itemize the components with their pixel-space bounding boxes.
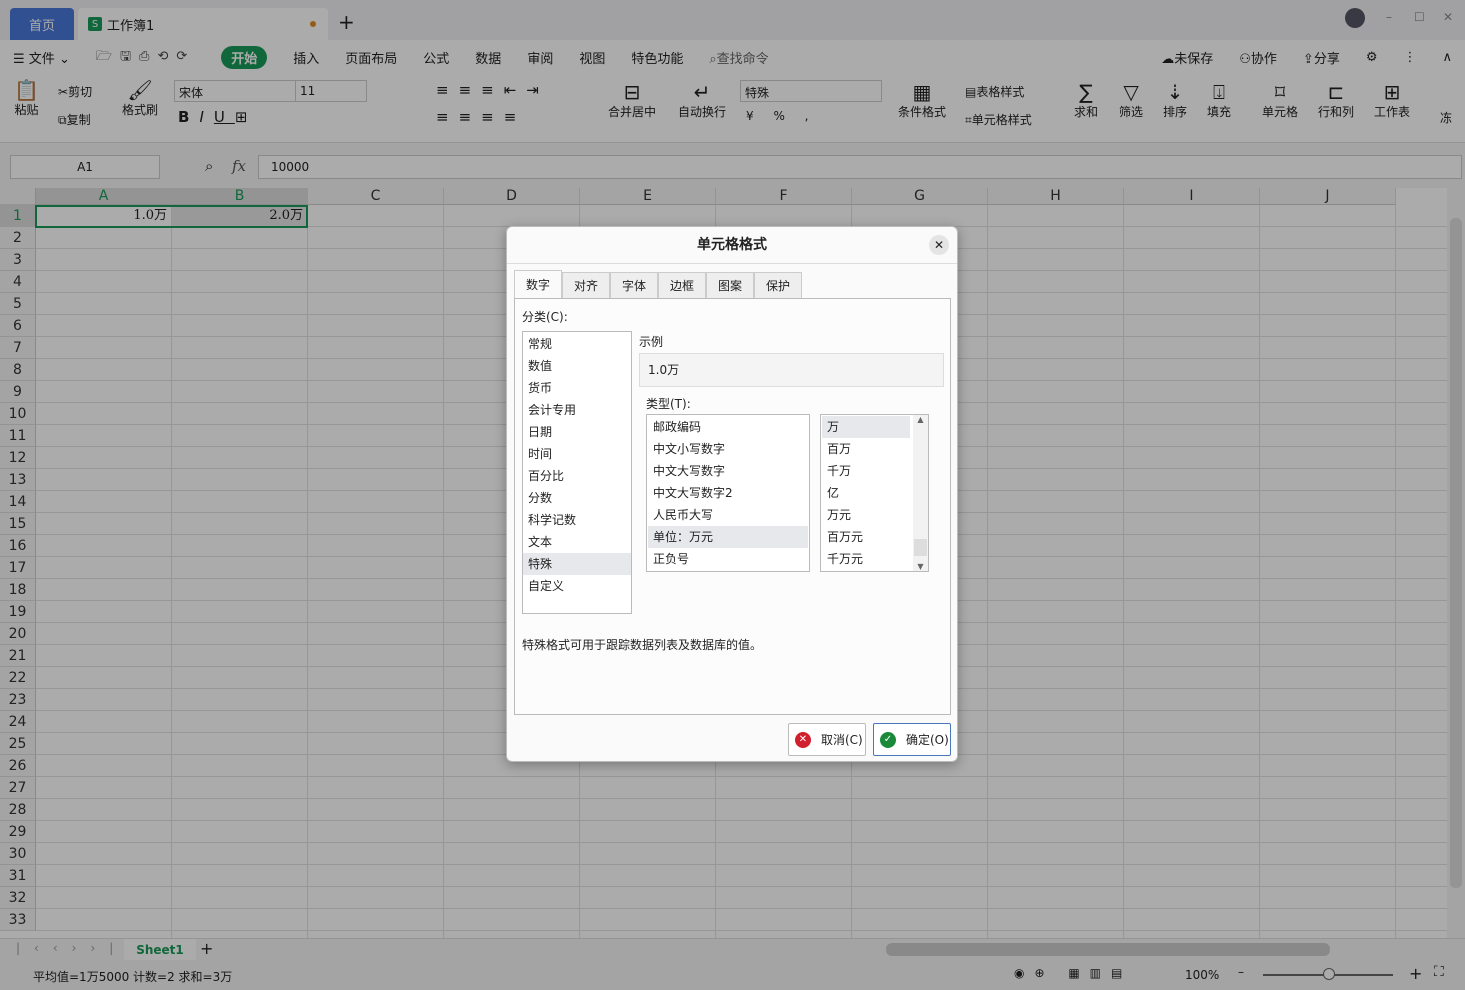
unit-item[interactable]: 千万 [822, 460, 910, 482]
category-item[interactable]: 常规 [523, 333, 631, 355]
unit-scroll-thumb[interactable] [914, 539, 927, 556]
dialog-tab-0[interactable]: 数字 [514, 270, 562, 298]
category-item[interactable]: 日期 [523, 421, 631, 443]
unit-item[interactable]: 万元 [822, 504, 910, 526]
category-description: 特殊格式可用于跟踪数据列表及数据库的值。 [522, 638, 763, 652]
type-item[interactable]: 人民币大写 [648, 504, 808, 526]
category-item[interactable]: 特殊 [523, 553, 631, 575]
type-item[interactable]: 中文小写数字 [648, 438, 808, 460]
dialog-tab-3[interactable]: 边框 [658, 272, 706, 298]
category-item[interactable]: 分数 [523, 487, 631, 509]
category-item[interactable]: 百分比 [523, 465, 631, 487]
category-item[interactable]: 时间 [523, 443, 631, 465]
format-cells-dialog: 单元格格式 ✕ 数字 对齐 字体 边框 图案 保护 分类(C): 常规 数值 货币 会计专用 日期… [506, 226, 958, 762]
dialog-tab-2[interactable]: 字体 [610, 272, 658, 298]
category-item[interactable]: 数值 [523, 355, 631, 377]
cancel-button[interactable]: ✕ 取消(C) [788, 723, 866, 756]
sample-label: 示例 [639, 335, 664, 349]
ok-button[interactable]: ✓ 确定(O) [873, 723, 951, 756]
type-item[interactable]: 中文大写数字2 [648, 482, 808, 504]
type-item[interactable]: 正负号 [648, 548, 808, 570]
unit-item[interactable]: 百万 [822, 438, 910, 460]
dialog-tab-1[interactable]: 对齐 [562, 272, 610, 298]
category-list[interactable]: 常规 数值 货币 会计专用 日期 时间 百分比 分数 科学记数 文本 特殊 自定义 [522, 331, 632, 614]
unit-item[interactable]: 千万元 [822, 548, 910, 570]
unit-item[interactable]: 亿 [822, 482, 910, 504]
cancel-label: 取消(C) [821, 733, 863, 747]
sample-value: 1.0万 [639, 353, 944, 387]
unit-item[interactable]: 万 [822, 416, 910, 438]
category-item[interactable]: 会计专用 [523, 399, 631, 421]
check-icon: ✓ [880, 731, 896, 748]
unit-list-scrollbar[interactable]: ▲ ▼ [913, 415, 928, 571]
category-item[interactable]: 文本 [523, 531, 631, 553]
cancel-icon: ✕ [795, 731, 811, 748]
type-item[interactable]: 邮政编码 [648, 416, 808, 438]
category-item[interactable]: 自定义 [523, 575, 631, 597]
dialog-title: 单元格格式 [507, 227, 957, 264]
category-item[interactable]: 科学记数 [523, 509, 631, 531]
category-label: 分类(C): [522, 310, 568, 324]
type-item[interactable]: 单位：万元 [648, 526, 808, 548]
dialog-tab-5[interactable]: 保护 [754, 272, 802, 298]
type-label: 类型(T): [646, 397, 691, 411]
category-item[interactable]: 货币 [523, 377, 631, 399]
number-tab-panel: 分类(C): 常规 数值 货币 会计专用 日期 时间 百分比 分数 科学记数 文本 特殊 自定义 示例… [514, 298, 951, 715]
type-list[interactable]: 邮政编码 中文小写数字 中文大写数字 中文大写数字2 人民币大写 单位：万元 正负号 [646, 414, 810, 572]
ok-label: 确定(O) [906, 733, 949, 747]
dialog-tab-4[interactable]: 图案 [706, 272, 754, 298]
unit-item[interactable]: 百万元 [822, 526, 910, 548]
scroll-down-icon[interactable]: ▼ [913, 562, 928, 571]
dialog-tabs: 数字 对齐 字体 边框 图案 保护 [514, 270, 802, 298]
dialog-close-button[interactable]: ✕ [929, 235, 949, 255]
type-item[interactable]: 中文大写数字 [648, 460, 808, 482]
